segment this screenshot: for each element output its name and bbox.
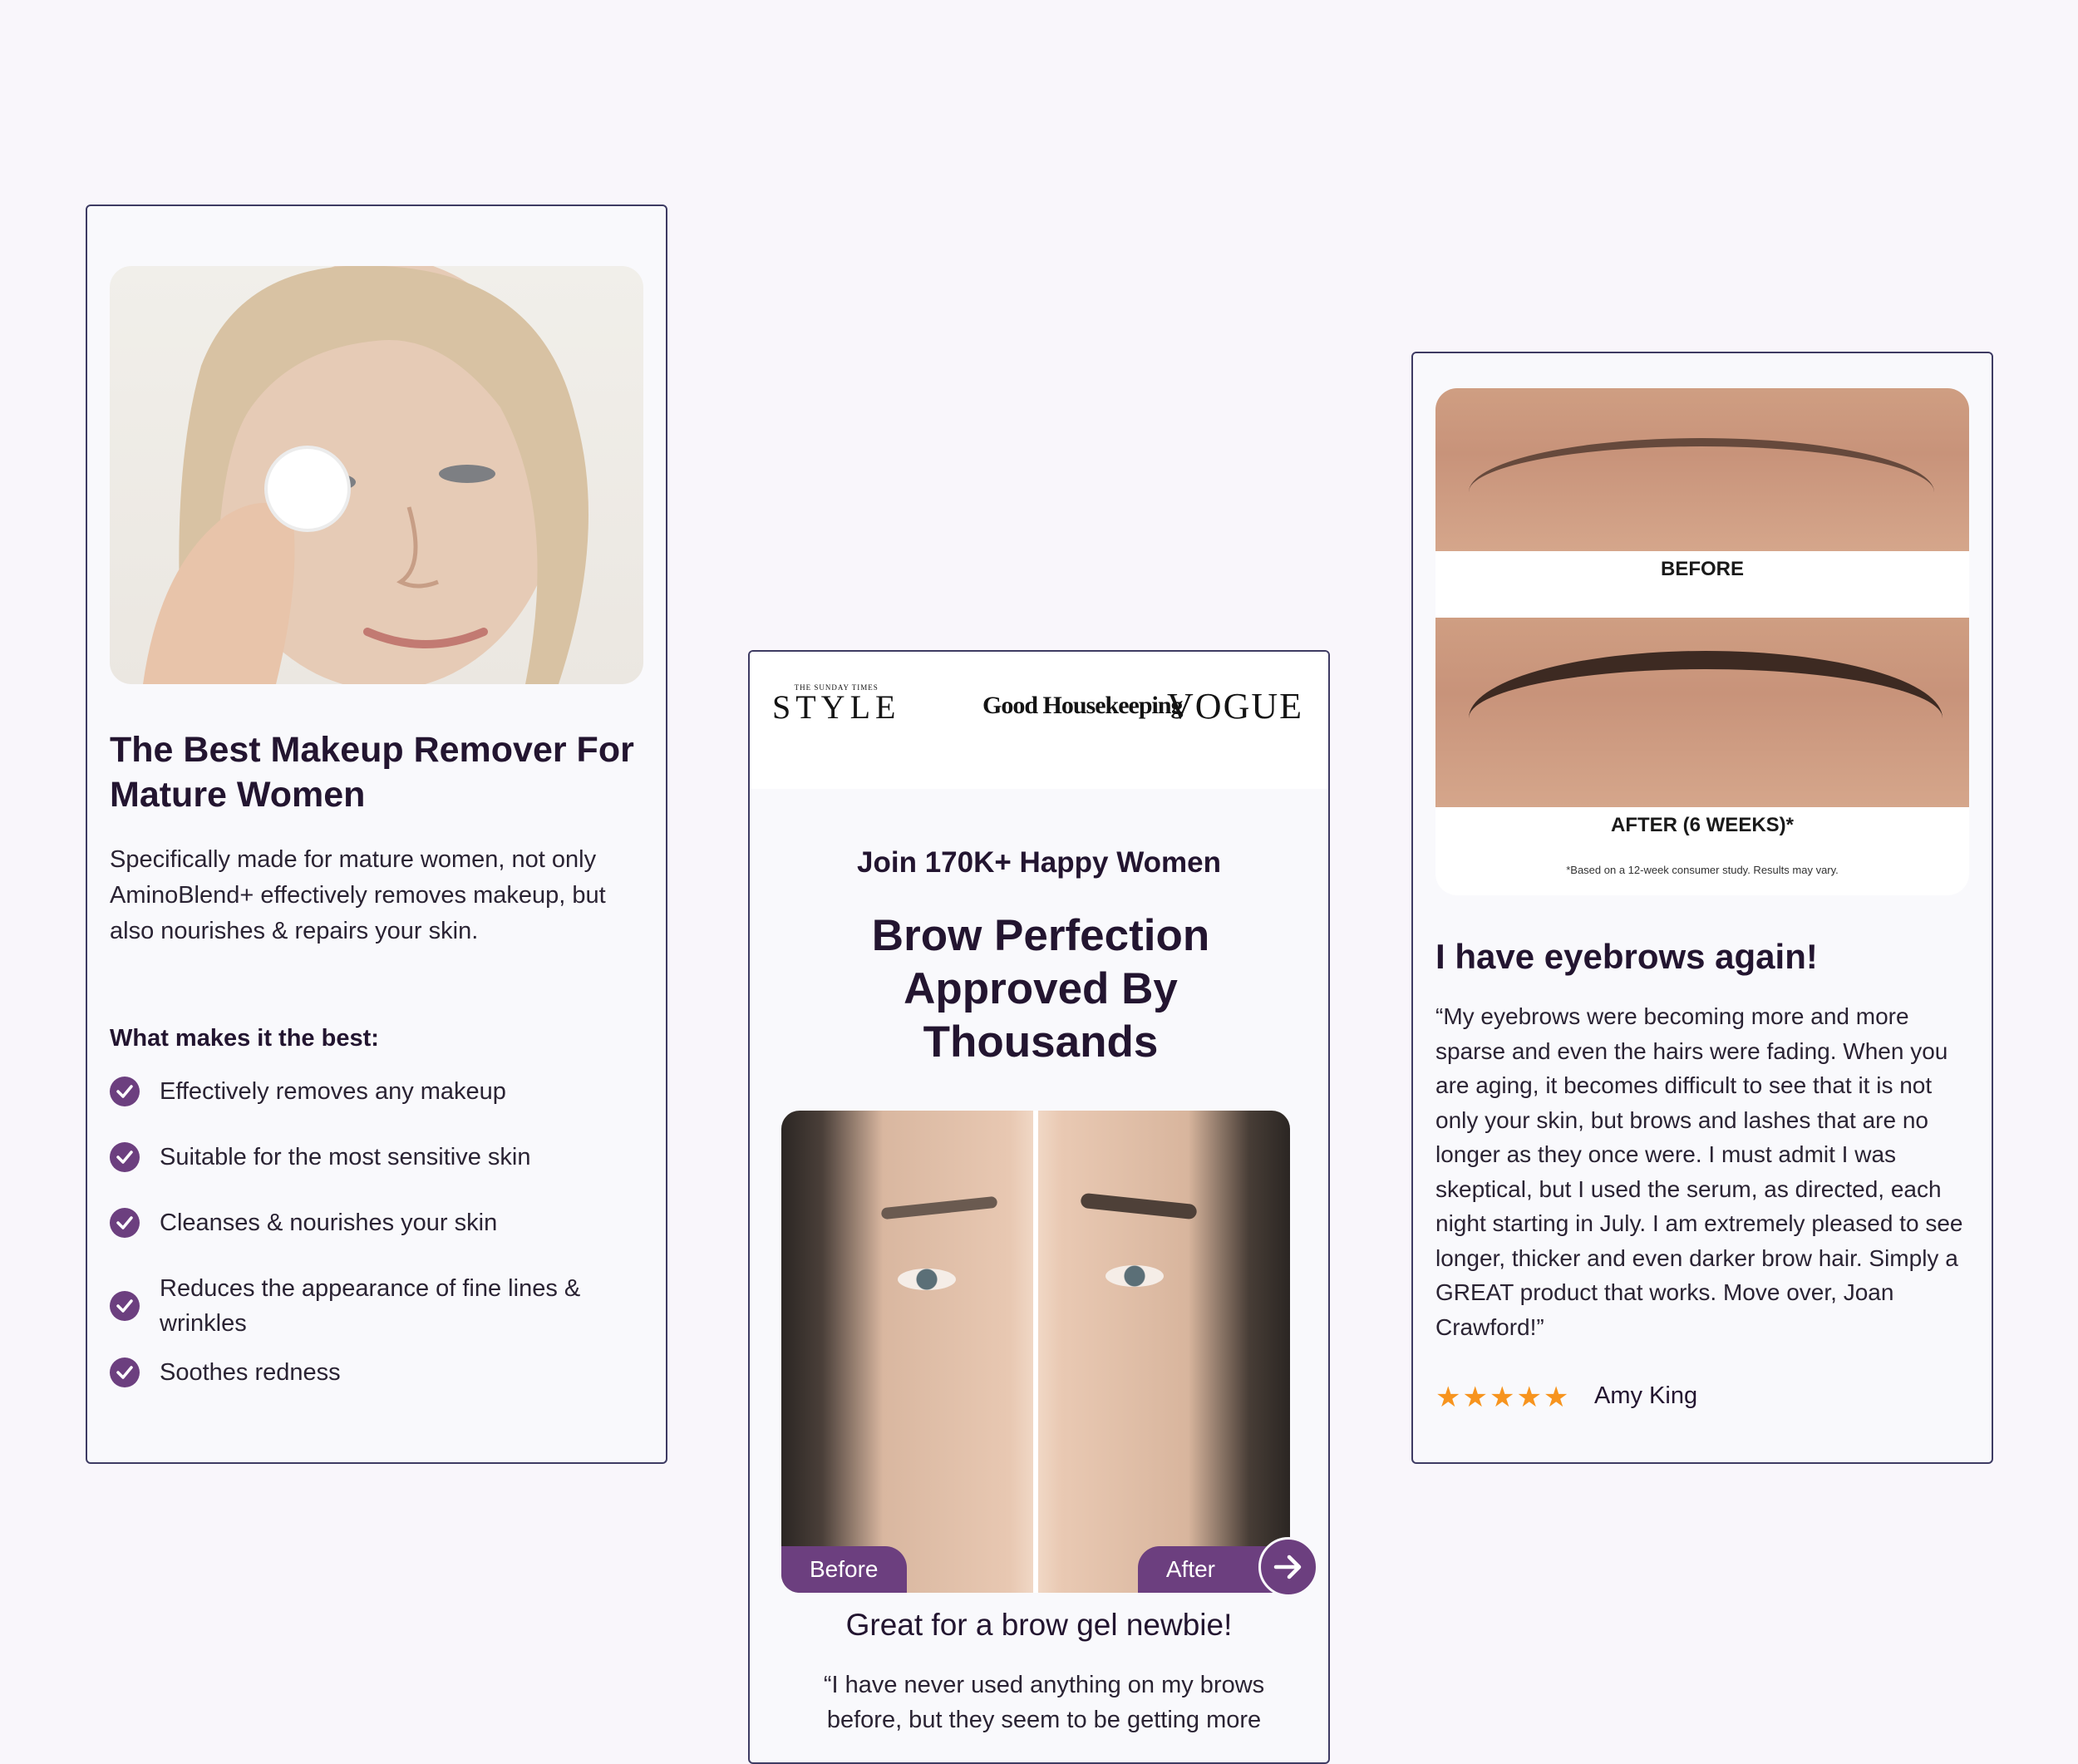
feature-item: Cleanses & nourishes your skin xyxy=(110,1205,642,1240)
card-description: Specifically made for mature women, not … xyxy=(110,846,606,944)
star-rating: ★★★★★ xyxy=(1435,1382,1571,1413)
feature-item: Effectively removes any makeup xyxy=(110,1074,642,1109)
feature-text: Cleanses & nourishes your skin xyxy=(160,1210,498,1236)
check-circle-icon xyxy=(110,1208,140,1238)
feature-text: Reduces the appearance of fine lines & w… xyxy=(160,1275,581,1337)
brow-before-after-panel: BEFORE AFTER (6 WEEKS)* *Based on a 12-w… xyxy=(1435,388,1969,895)
review-title: Great for a brow gel newbie! xyxy=(845,1608,1233,1642)
feature-item: Reduces the appearance of fine lines & w… xyxy=(110,1271,642,1341)
brow-after-photo xyxy=(1435,618,1969,807)
brow-before-photo xyxy=(1435,388,1969,551)
reviewer-name: Amy King xyxy=(1594,1382,1698,1409)
before-tag: Before xyxy=(781,1546,907,1593)
arrow-right-icon xyxy=(1273,1555,1302,1579)
feature-item: Soothes redness xyxy=(110,1355,642,1390)
woman-cotton-pad-photo xyxy=(110,266,643,684)
feature-text: Soothes redness xyxy=(160,1359,341,1386)
before-after-face-photo[interactable]: Before After xyxy=(781,1111,1290,1593)
section-title: Brow Perfection Approved By Thousands xyxy=(871,911,1210,1067)
check-circle-icon xyxy=(110,1077,140,1106)
study-footnote: *Based on a 12-week consumer study. Resu… xyxy=(1566,864,1839,876)
before-label: BEFORE xyxy=(1660,558,1744,580)
social-proof-kicker: Join 170K+ Happy Women xyxy=(857,846,1221,879)
check-circle-icon xyxy=(110,1291,140,1321)
right-brow-shape xyxy=(1080,1192,1198,1220)
brow-perfection-card: THE SUNDAY TIMES STYLE Good Housekeeping… xyxy=(748,650,1330,1764)
check-circle-icon xyxy=(110,1142,140,1172)
vogue-logo: VOGUE xyxy=(1167,686,1303,727)
press-logo-bar: THE SUNDAY TIMES STYLE Good Housekeeping… xyxy=(750,652,1328,789)
after-label: AFTER (6 WEEKS)* xyxy=(1610,814,1794,836)
sunday-times-style-logo: THE SUNDAY TIMES STYLE xyxy=(772,683,901,726)
next-arrow-button[interactable] xyxy=(1258,1537,1318,1597)
good-housekeeping-logo: Good Housekeeping xyxy=(982,692,1184,719)
review-text: “I have never used anything on my brows … xyxy=(823,1672,1265,1733)
review-text: “My eyebrows were becoming more and more… xyxy=(1435,1003,1963,1340)
right-eye-shape xyxy=(1105,1265,1164,1287)
feature-item: Suitable for the most sensitive skin xyxy=(110,1140,642,1175)
feature-text: Effectively removes any makeup xyxy=(160,1078,506,1105)
features-subheading: What makes it the best: xyxy=(110,1025,379,1052)
card-title: The Best Makeup Remover For Mature Women xyxy=(110,730,634,815)
left-eye-shape xyxy=(898,1269,956,1290)
eyebrow-review-card: BEFORE AFTER (6 WEEKS)* *Based on a 12-w… xyxy=(1411,352,1993,1464)
comparison-divider[interactable] xyxy=(1033,1111,1038,1593)
review-title: I have eyebrows again! xyxy=(1435,937,1818,976)
check-circle-icon xyxy=(110,1357,140,1387)
left-brow-shape xyxy=(880,1195,998,1220)
makeup-remover-card: The Best Makeup Remover For Mature Women… xyxy=(86,204,667,1464)
feature-text: Suitable for the most sensitive skin xyxy=(160,1144,531,1170)
